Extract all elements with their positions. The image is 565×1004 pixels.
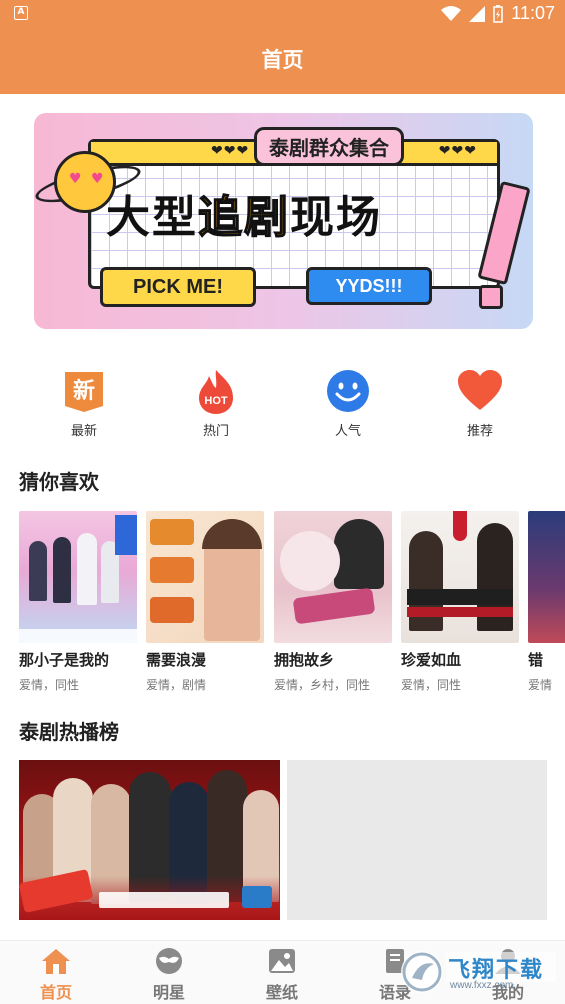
drama-card[interactable]: 拥抱故乡 爱情，乡村，同性: [274, 511, 392, 691]
app-header: 首页: [0, 28, 565, 94]
section-title-recommend: 猜你喜欢: [19, 470, 99, 494]
drama-card[interactable]: 错 爱情: [528, 511, 565, 691]
heart-icon: [457, 368, 503, 414]
banner-yyds-label: YYDS!!!: [306, 267, 432, 305]
svg-text:HOT: HOT: [204, 395, 228, 407]
nav-home[interactable]: 首页: [16, 947, 96, 1003]
section-title-hot-rank: 泰剧热播榜: [19, 720, 119, 744]
clock: 11:07: [511, 3, 555, 23]
hearts-decoration: ❤❤❤: [438, 143, 477, 159]
drama-tags: 爱情，剧情: [146, 678, 207, 691]
drama-tags: 爱情，同性: [19, 678, 80, 691]
category-recommend[interactable]: 推荐: [435, 368, 525, 439]
picture-icon: [267, 947, 297, 975]
drama-poster: [528, 511, 565, 643]
category-shortcuts: 新 最新 HOT 热门 人气 推荐: [0, 368, 565, 440]
drama-poster: [19, 511, 137, 643]
drama-card[interactable]: 需要浪漫 爱情，剧情: [146, 511, 264, 691]
exclamation-dot-decoration: [479, 285, 503, 309]
wifi-icon: [441, 5, 462, 21]
drama-title: 那小子是我的: [19, 651, 110, 669]
new-badge-icon: 新: [61, 368, 107, 414]
watermark-url: www.fxxz.com: [450, 980, 514, 991]
home-icon: [41, 947, 71, 975]
drama-poster: [274, 511, 392, 643]
drama-tags: 爱情: [528, 678, 553, 691]
watermark-logo: 飞翔下载 www.fxxz.com: [400, 946, 560, 998]
hot-rank-poster[interactable]: [19, 760, 280, 920]
nav-stars[interactable]: 明星: [129, 947, 209, 1003]
drama-title: 需要浪漫: [146, 651, 207, 669]
svg-text:新: 新: [73, 378, 95, 404]
status-bar: A 11:07: [0, 0, 565, 28]
drama-card[interactable]: 珍爱如血 爱情，同性: [401, 511, 519, 691]
drama-card[interactable]: 那小子是我的 爱情，同性: [19, 511, 137, 691]
drama-poster: [401, 511, 519, 643]
star-mask-icon: [154, 947, 184, 975]
banner-headline: 大型追剧现场: [106, 191, 382, 244]
category-latest[interactable]: 新 最新: [39, 368, 129, 439]
category-popular[interactable]: 人气: [303, 368, 393, 439]
hearts-decoration: ❤❤❤: [211, 143, 250, 159]
heart-eye-icon: ♥: [69, 171, 82, 187]
drama-title: 珍爱如血: [401, 651, 462, 669]
banner-pick-me-label: PICK ME!: [100, 267, 256, 307]
promo-banner[interactable]: ❤❤❤ ❤❤❤ ♥ ♥ 泰剧群众集合 大型追剧现场 PICK ME! YYDS!…: [34, 113, 533, 329]
drama-tags: 爱情，乡村，同性: [274, 678, 371, 691]
category-hot[interactable]: HOT 热门: [171, 368, 261, 439]
recommend-carousel[interactable]: 那小子是我的 爱情，同性 需要浪漫 爱情，剧情 拥抱故乡 爱情，乡村，同性 珍爱…: [0, 511, 565, 691]
banner-tag: 泰剧群众集合: [254, 127, 404, 166]
drama-title: 错: [528, 651, 544, 669]
app-notification-icon: A: [14, 6, 28, 20]
smiley-icon: [325, 368, 371, 414]
nav-wallpaper[interactable]: 壁纸: [242, 947, 322, 1003]
heart-eye-icon: ♥: [91, 171, 104, 187]
hot-rank-placeholder[interactable]: [287, 760, 547, 920]
signal-icon: [469, 5, 486, 22]
page-title: 首页: [261, 48, 304, 72]
drama-title: 拥抱故乡: [274, 651, 335, 669]
hot-flame-icon: HOT: [193, 368, 239, 414]
drama-tags: 爱情，同性: [401, 678, 462, 691]
battery-icon: [493, 4, 504, 23]
drama-poster: [146, 511, 264, 643]
